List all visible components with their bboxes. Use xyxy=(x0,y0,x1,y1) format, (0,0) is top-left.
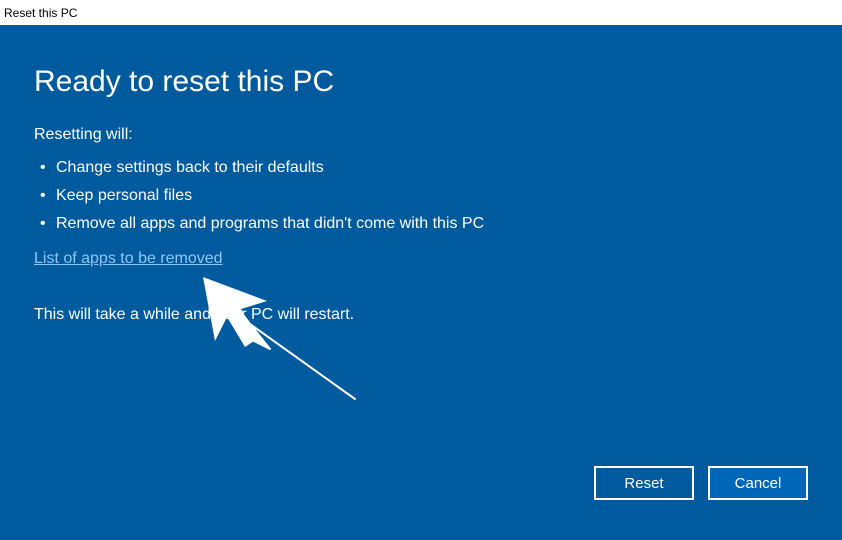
apps-to-remove-link[interactable]: List of apps to be removed xyxy=(34,250,223,268)
button-row: Reset Cancel xyxy=(594,466,808,500)
reset-button[interactable]: Reset xyxy=(594,466,694,500)
title-bar: Reset this PC xyxy=(0,0,842,25)
resetting-will-label: Resetting will: xyxy=(34,126,808,144)
dialog-body: Ready to reset this PC Resetting will: C… xyxy=(0,25,842,540)
page-heading: Ready to reset this PC xyxy=(34,65,808,98)
list-item: Keep personal files xyxy=(38,182,808,210)
window-title: Reset this PC xyxy=(4,6,77,20)
restart-info-text: This will take a while and your PC will … xyxy=(34,306,808,324)
reset-actions-list: Change settings back to their defaults K… xyxy=(38,154,808,238)
annotation-arrow-icon xyxy=(195,269,375,409)
link-row: List of apps to be removed xyxy=(34,250,808,268)
cancel-button[interactable]: Cancel xyxy=(708,466,808,500)
list-item: Remove all apps and programs that didn't… xyxy=(38,210,808,238)
list-item: Change settings back to their defaults xyxy=(38,154,808,182)
